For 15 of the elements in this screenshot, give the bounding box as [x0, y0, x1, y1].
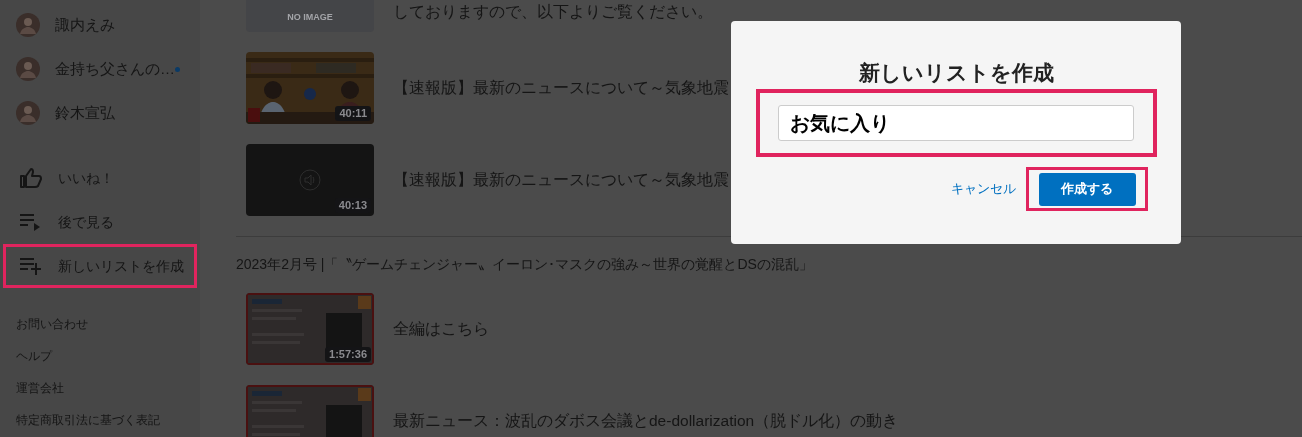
list-play-icon	[20, 213, 42, 231]
list-name-field[interactable]: お気に入り	[778, 105, 1134, 141]
list-add-icon	[20, 257, 42, 275]
channel-avatar[interactable]	[16, 13, 40, 37]
duration-badge: 1:57:36	[325, 347, 371, 362]
speaker-icon	[299, 169, 321, 191]
create-button[interactable]: 作成する	[1038, 172, 1136, 206]
dialog-title: 新しいリストを作成	[858, 60, 1054, 86]
audio-thumbnail[interactable]: 40:13	[246, 144, 374, 216]
duration-badge: 40:11	[335, 106, 371, 121]
placeholder-label: NO IMAGE	[287, 10, 333, 24]
channel-avatar[interactable]	[16, 101, 40, 125]
thumbs-up-icon	[20, 168, 42, 188]
cancel-link[interactable]: キャンセル	[951, 179, 1016, 199]
channel-avatar[interactable]	[16, 57, 40, 81]
